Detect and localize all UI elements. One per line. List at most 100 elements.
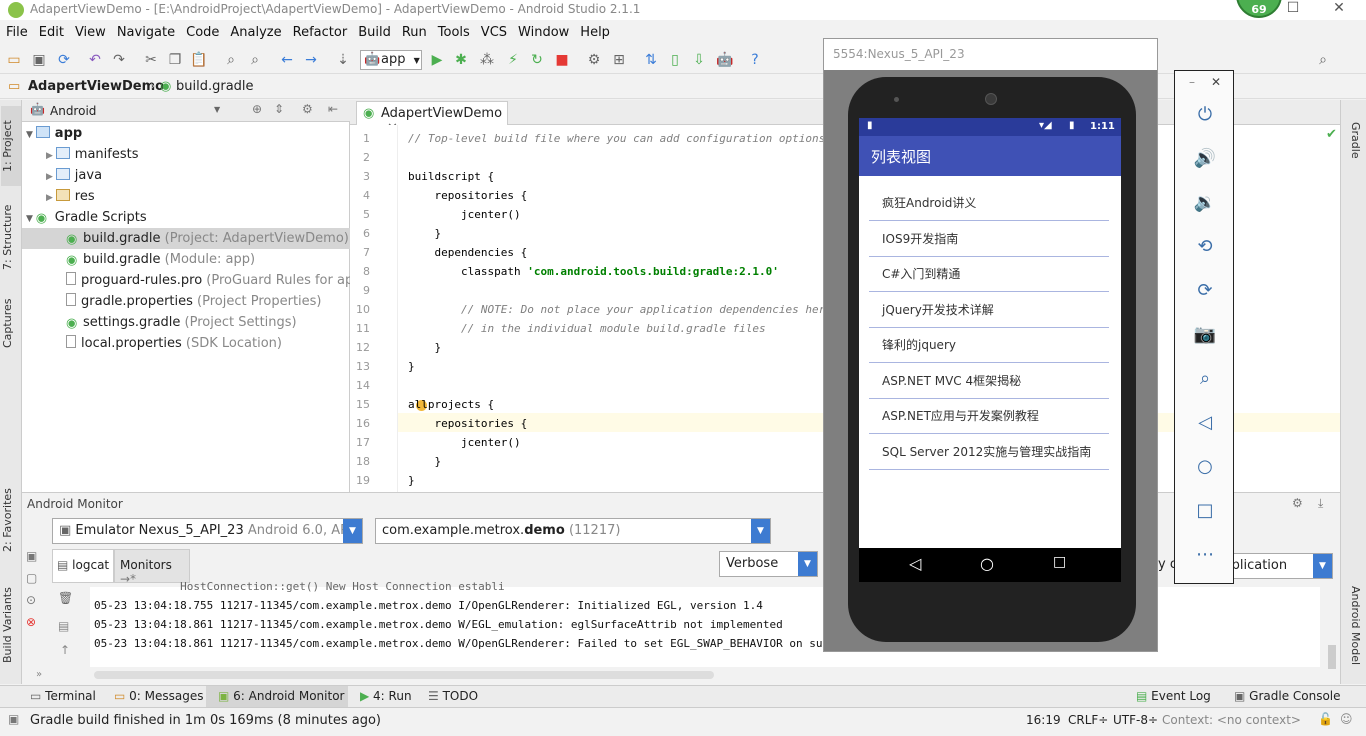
run-icon[interactable]: ▶: [428, 51, 446, 69]
notification-badge[interactable]: 69: [1236, 0, 1282, 18]
tab-terminal[interactable]: ▭ Terminal: [30, 689, 96, 703]
list-item[interactable]: IOS9开发指南: [869, 222, 1109, 257]
tree-item-build-gradle-app[interactable]: ◉ build.gradle (Module: app): [22, 249, 350, 270]
editor-tab[interactable]: ◉ AdapertViewDemo ✕: [356, 101, 508, 136]
log-scrollbar[interactable]: [1328, 645, 1336, 669]
code-line[interactable]: }: [408, 452, 441, 471]
breadcrumb-project[interactable]: AdapertViewDemo: [28, 79, 164, 94]
project-view-select[interactable]: Android: [50, 104, 96, 118]
file-encoding[interactable]: UTF-8÷: [1113, 713, 1158, 727]
list-item[interactable]: jQuery开发技术详解: [869, 293, 1109, 328]
sdk-download-icon[interactable]: ⇩: [690, 51, 708, 69]
home-icon[interactable]: ○: [1192, 454, 1218, 480]
menu-analyze[interactable]: Analyze: [224, 21, 286, 40]
tree-item-java[interactable]: ▶ java: [22, 165, 350, 186]
list-item[interactable]: ASP.NET MVC 4框架揭秘: [869, 364, 1109, 399]
gear-icon[interactable]: ⚙: [302, 102, 313, 116]
tab-run[interactable]: ▶ 4: Run: [360, 689, 412, 703]
back-icon[interactable]: ◁: [1192, 410, 1218, 436]
tree-item-settings-gradle[interactable]: ◉ settings.gradle (Project Settings): [22, 312, 350, 333]
layout-icon[interactable]: ▣: [8, 712, 19, 726]
hide-panel-icon[interactable]: ⇤: [328, 102, 338, 116]
search-everywhere-icon[interactable]: ⌕: [1314, 51, 1332, 69]
tab-messages[interactable]: ▭ 0: Messages: [114, 689, 204, 703]
tree-item-res[interactable]: ▶ res: [22, 186, 350, 207]
log-line[interactable]: HostConnection::get() New Host Connectio…: [94, 577, 505, 596]
maximize-icon[interactable]: ☐: [1278, 0, 1308, 20]
undo-icon[interactable]: ↶: [86, 51, 104, 69]
menu-edit[interactable]: Edit: [33, 21, 69, 40]
code-line[interactable]: }: [408, 338, 441, 357]
stop-icon[interactable]: ■: [553, 51, 571, 69]
run-config-select[interactable]: 🤖 app ▼: [360, 50, 422, 70]
tree-item-gradle-properties[interactable]: gradle.properties (Project Properties): [22, 291, 350, 312]
menu-help[interactable]: Help: [574, 21, 615, 40]
list-item[interactable]: SQL Server 2012实施与管理实战指南: [869, 435, 1109, 470]
tree-item-local-properties[interactable]: local.properties (SDK Location): [22, 333, 350, 354]
code-line[interactable]: repositories {: [408, 186, 527, 205]
sdk-manager-icon[interactable]: ⊞: [610, 51, 628, 69]
sync-icon[interactable]: ⟳: [55, 51, 73, 69]
open-folder-icon[interactable]: ▭: [5, 51, 23, 69]
tree-item-build-gradle-project[interactable]: ◉ build.gradle (Project: AdapertViewDemo): [22, 228, 350, 249]
menu-view[interactable]: View: [69, 21, 111, 40]
tab-build-variants[interactable]: Build Variants: [1, 580, 21, 670]
menu-window[interactable]: Window: [512, 21, 574, 40]
close-icon[interactable]: ✕: [1211, 75, 1221, 89]
code-line[interactable]: classpath 'com.android.tools.build:gradl…: [408, 262, 779, 281]
replace-icon[interactable]: ⌕: [246, 51, 264, 69]
list-item[interactable]: ASP.NET应用与开发案例教程: [869, 399, 1109, 434]
expand-icon[interactable]: »: [36, 669, 42, 680]
apply-changes-icon[interactable]: ⚡: [504, 51, 522, 69]
code-line[interactable]: dependencies {: [408, 243, 527, 262]
volume-up-icon[interactable]: 🔊: [1192, 146, 1218, 172]
log-line[interactable]: 05-23 13:04:18.861 11217-11345/com.examp…: [94, 634, 902, 653]
system-info-icon[interactable]: ⊙: [26, 593, 46, 615]
record-icon[interactable]: ▢: [26, 571, 46, 593]
clear-logcat-icon[interactable]: 🗑: [58, 591, 73, 605]
find-icon[interactable]: ⌕: [222, 51, 240, 69]
avd-manager-icon[interactable]: ▯: [666, 51, 684, 69]
project-structure-icon[interactable]: ⚙: [585, 51, 603, 69]
menu-navigate[interactable]: Navigate: [111, 21, 180, 40]
menu-tools[interactable]: Tools: [432, 21, 475, 40]
code-line[interactable]: }: [408, 224, 441, 243]
line-separator[interactable]: CRLF÷: [1068, 713, 1108, 727]
code-line[interactable]: // NOTE: Do not place your application d…: [408, 300, 872, 319]
zoom-icon[interactable]: ⌕: [1192, 366, 1218, 392]
log-level-select[interactable]: Verbose ▼: [719, 551, 818, 577]
gear-icon[interactable]: ⚙: [1292, 496, 1303, 510]
tab-captures[interactable]: Captures: [1, 290, 21, 356]
log-horizontal-scrollbar[interactable]: [94, 671, 714, 679]
home-icon[interactable]: ○: [980, 554, 994, 573]
list-item[interactable]: 疯狂Android讲义: [869, 186, 1109, 221]
collapse-all-icon[interactable]: ⇕: [274, 102, 284, 116]
overview-icon[interactable]: □: [1192, 498, 1218, 524]
back-icon[interactable]: ◁: [909, 554, 921, 573]
code-line[interactable]: }: [408, 471, 415, 490]
list-item[interactable]: 锋利的jquery: [869, 328, 1109, 363]
tree-item-manifests[interactable]: ▶ manifests: [22, 144, 350, 165]
code-line[interactable]: jcenter(): [408, 433, 521, 452]
forward-icon[interactable]: →: [302, 51, 320, 69]
back-icon[interactable]: ←: [278, 51, 296, 69]
menu-vcs[interactable]: VCS: [475, 21, 512, 40]
scroll-end-icon[interactable]: ▤: [58, 619, 69, 633]
tab-favorites[interactable]: 2: Favorites: [1, 480, 21, 560]
paste-icon[interactable]: 📋: [190, 51, 208, 69]
tab-android-monitor[interactable]: ▣ 6: Android Monitor: [206, 686, 348, 708]
scroll-from-source-icon[interactable]: ⊕: [252, 102, 262, 116]
tab-project[interactable]: 1: Project: [1, 106, 21, 186]
tree-item-proguard[interactable]: proguard-rules.pro (ProGuard Rules for a…: [22, 270, 367, 291]
minimize-icon[interactable]: –: [1189, 75, 1195, 89]
power-icon[interactable]: ⏻: [1192, 102, 1218, 128]
log-line[interactable]: 05-23 13:04:18.755 11217-11345/com.examp…: [94, 596, 763, 615]
copy-icon[interactable]: ❐: [166, 51, 184, 69]
rotate-left-icon[interactable]: ⟲: [1192, 234, 1218, 260]
help-icon[interactable]: ?: [746, 51, 764, 69]
menu-code[interactable]: Code: [180, 21, 224, 40]
menu-file[interactable]: File: [0, 21, 33, 40]
code-line[interactable]: }: [408, 357, 415, 376]
log-line[interactable]: 05-23 13:04:18.861 11217-11345/com.examp…: [94, 615, 783, 634]
tree-item-app[interactable]: ▼ app: [22, 123, 350, 144]
